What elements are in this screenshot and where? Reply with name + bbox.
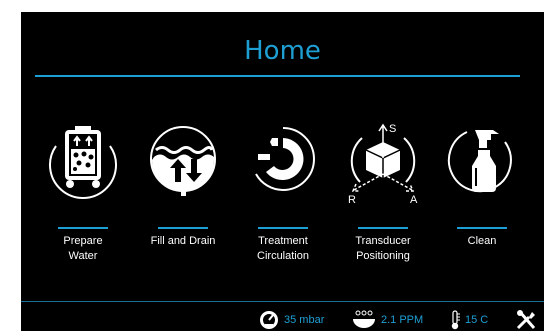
pressure-status: 35 mbar: [258, 309, 324, 331]
tools-icon[interactable]: [515, 309, 537, 331]
fill-drain-icon: [150, 126, 216, 196]
tile-underline: [158, 227, 208, 229]
title-divider: [35, 75, 520, 77]
temperature-value: 15 C: [465, 314, 489, 326]
fill-and-drain-button[interactable]: Fill and Drain: [136, 124, 230, 274]
svg-text:S: S: [389, 123, 396, 135]
tile-label: Treatment Circulation: [257, 235, 309, 262]
tile-underline: [258, 227, 308, 229]
tile-underline: [58, 227, 108, 229]
temperature-status: 15 C: [449, 309, 488, 331]
tile-label: Clean: [467, 235, 497, 247]
treatment-circulation-button[interactable]: Treatment Circulation: [236, 124, 330, 274]
clean-button[interactable]: Clean: [435, 124, 529, 274]
spray-bottle-icon: [447, 130, 512, 193]
gauge-icon: [260, 311, 278, 329]
transducer-positioning-button[interactable]: S R A Transducer Positioning: [336, 123, 430, 274]
circulation-icon: [255, 127, 315, 192]
home-screen: Home Prepare Water Fill and Drain Treatm…: [21, 12, 544, 331]
oxygen-status: 2.1 PPM: [351, 309, 423, 331]
page-title: Home: [244, 36, 321, 66]
svg-text:R: R: [348, 194, 356, 206]
thermometer-icon: [451, 310, 460, 330]
bubbles-bowl-icon: [353, 310, 375, 328]
pressure-value: 35 mbar: [284, 314, 325, 326]
cube-axes-icon: S R A: [348, 123, 418, 206]
tile-label: Prepare Water: [63, 235, 103, 262]
svg-text:A: A: [410, 194, 418, 206]
footer-divider: [21, 301, 544, 302]
tile-underline: [457, 227, 507, 229]
tile-label: Fill and Drain: [150, 235, 216, 247]
tile-label: Transducer Positioning: [355, 235, 411, 262]
prepare-water-button[interactable]: Prepare Water: [36, 124, 130, 274]
tile-underline: [358, 227, 408, 229]
water-tank-icon: [49, 126, 117, 199]
oxygen-value: 2.1 PPM: [381, 314, 424, 326]
